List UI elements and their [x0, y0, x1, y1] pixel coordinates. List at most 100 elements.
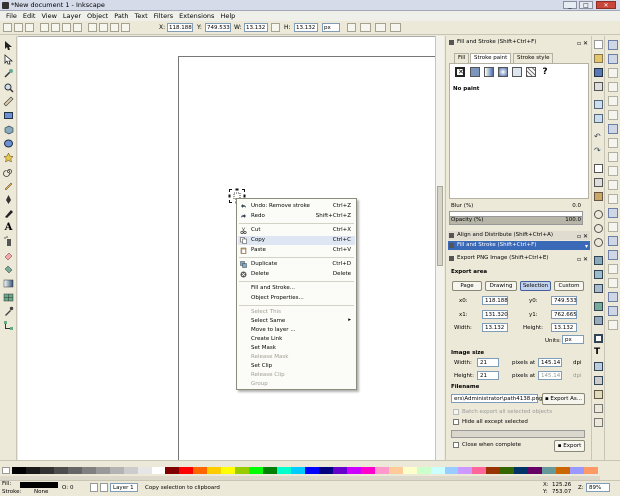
- calligraphy-tool-icon[interactable]: [3, 208, 14, 219]
- menu-item-set-mask[interactable]: Set Mask: [251, 345, 276, 351]
- color-swatch[interactable]: [39, 467, 54, 474]
- color-swatch[interactable]: [388, 467, 403, 474]
- menu-item-duplicate[interactable]: Duplicate: [251, 261, 277, 267]
- x1-field[interactable]: 131.320: [482, 310, 508, 319]
- import-icon[interactable]: [594, 100, 603, 109]
- menu-item-set-clip[interactable]: Set Clip: [251, 363, 272, 369]
- color-swatch[interactable]: [207, 467, 222, 474]
- color-swatch[interactable]: [235, 467, 250, 474]
- layer-select[interactable]: Layer 1: [110, 483, 138, 492]
- star-tool-icon[interactable]: [3, 152, 14, 163]
- menu-item-select-same[interactable]: Select Same: [251, 318, 285, 324]
- snap-intersection-icon[interactable]: [608, 152, 618, 162]
- fill-stroke-panel-header[interactable]: Fill and Stroke (Shift+Ctrl+F) ▫ ✕: [448, 38, 590, 47]
- tab-fill[interactable]: Fill: [454, 53, 470, 63]
- color-swatch[interactable]: [12, 467, 26, 474]
- undo-icon[interactable]: ↶: [594, 132, 603, 141]
- print-icon[interactable]: [594, 82, 603, 91]
- tab-stroke-paint[interactable]: Stroke paint: [470, 53, 512, 63]
- preferences-icon[interactable]: [594, 404, 603, 413]
- color-swatch[interactable]: [360, 467, 375, 474]
- xml-editor-icon[interactable]: [594, 376, 603, 385]
- lower-icon[interactable]: [110, 23, 119, 32]
- document-properties-icon[interactable]: [594, 418, 603, 427]
- layers-icon[interactable]: [594, 362, 603, 371]
- y-field[interactable]: 749.533: [205, 23, 231, 32]
- lower-to-bottom-icon[interactable]: [121, 23, 130, 32]
- align-distribute-icon[interactable]: [594, 390, 603, 399]
- color-swatch[interactable]: [500, 467, 515, 474]
- snap-bbox-edge-icon[interactable]: [608, 68, 618, 78]
- y1-field[interactable]: 762.665: [551, 310, 577, 319]
- snap-bbox-midpoint-icon[interactable]: [608, 96, 618, 106]
- width-field[interactable]: 13.132: [482, 323, 508, 332]
- snap-midpoint-icon[interactable]: [608, 194, 618, 204]
- menu-edit[interactable]: Edit: [23, 11, 36, 21]
- linear-gradient-icon[interactable]: [484, 67, 494, 77]
- snap-bbox-center-icon[interactable]: [608, 110, 618, 120]
- text-tool-icon[interactable]: A: [3, 222, 14, 233]
- snap-bbox-corner-icon[interactable]: [608, 82, 618, 92]
- w-field[interactable]: 13.132: [244, 23, 268, 32]
- units-select[interactable]: px: [562, 335, 584, 344]
- h-field[interactable]: 13.132: [294, 23, 318, 32]
- menu-object[interactable]: Object: [87, 11, 108, 21]
- menu-item-delete[interactable]: Delete: [251, 271, 269, 277]
- spiral-tool-icon[interactable]: [3, 166, 14, 177]
- spray-tool-icon[interactable]: [3, 236, 14, 247]
- snap-bbox-icon[interactable]: [608, 54, 618, 64]
- rotate-cw-icon[interactable]: [51, 23, 60, 32]
- color-swatch[interactable]: [67, 467, 82, 474]
- color-swatch[interactable]: [53, 467, 68, 474]
- snap-grid-icon[interactable]: [608, 250, 618, 260]
- measure-tool-icon[interactable]: [3, 96, 14, 107]
- gradient-tool-icon[interactable]: [3, 278, 14, 289]
- panel-close-icon[interactable]: ▫ ✕: [577, 255, 588, 264]
- batch-export-checkbox[interactable]: [453, 409, 459, 415]
- vertical-scrollbar[interactable]: [435, 36, 444, 460]
- new-document-icon[interactable]: [594, 40, 603, 49]
- color-swatch[interactable]: [123, 467, 138, 474]
- color-swatch[interactable]: [193, 467, 208, 474]
- maximize-button[interactable]: □: [579, 1, 593, 9]
- pattern-icon[interactable]: [526, 67, 536, 77]
- color-swatch[interactable]: [151, 467, 166, 474]
- hide-except-checkbox[interactable]: [453, 419, 459, 425]
- area-custom-button[interactable]: Custom: [554, 281, 584, 291]
- unlink-clone-icon[interactable]: [594, 284, 603, 293]
- color-swatch[interactable]: [416, 467, 431, 474]
- save-icon[interactable]: [594, 68, 603, 77]
- panel-close-icon[interactable]: ▫ ✕: [577, 39, 588, 48]
- color-swatch[interactable]: [542, 467, 557, 474]
- raise-to-top-icon[interactable]: [88, 23, 97, 32]
- snap-toggle-icon[interactable]: [608, 40, 618, 50]
- zoom-page-icon[interactable]: [594, 238, 603, 247]
- color-swatch[interactable]: [430, 467, 445, 474]
- select-all-layers-icon[interactable]: [14, 23, 23, 32]
- img-width-field[interactable]: 21: [477, 358, 499, 367]
- color-swatch[interactable]: [25, 467, 40, 474]
- select-all-icon[interactable]: [3, 23, 12, 32]
- snap-text-baseline-icon[interactable]: [608, 278, 618, 288]
- ungroup-icon[interactable]: [594, 316, 603, 325]
- color-swatch[interactable]: [570, 467, 585, 474]
- zoom-drawing-icon[interactable]: [594, 224, 603, 233]
- menu-item-paste[interactable]: Paste: [251, 247, 266, 253]
- area-page-button[interactable]: Page: [452, 281, 482, 291]
- color-swatch[interactable]: [179, 467, 194, 474]
- fill-stroke-dialog-icon[interactable]: [594, 334, 603, 343]
- color-swatch[interactable]: [584, 467, 599, 474]
- export-png-icon[interactable]: [594, 114, 603, 123]
- zoom-field[interactable]: 89%: [586, 483, 610, 492]
- menu-path[interactable]: Path: [114, 11, 128, 21]
- move-patterns-icon[interactable]: [390, 23, 401, 32]
- mesh-gradient-icon[interactable]: [512, 67, 522, 77]
- lock-icon[interactable]: [100, 483, 108, 492]
- opacity-value[interactable]: 0: [70, 485, 74, 491]
- color-swatch[interactable]: [402, 467, 417, 474]
- color-swatch[interactable]: [472, 467, 487, 474]
- color-swatch[interactable]: [221, 467, 236, 474]
- menu-layer[interactable]: Layer: [63, 11, 81, 21]
- y0-field[interactable]: 749.533: [551, 296, 577, 305]
- open-icon[interactable]: [594, 54, 603, 63]
